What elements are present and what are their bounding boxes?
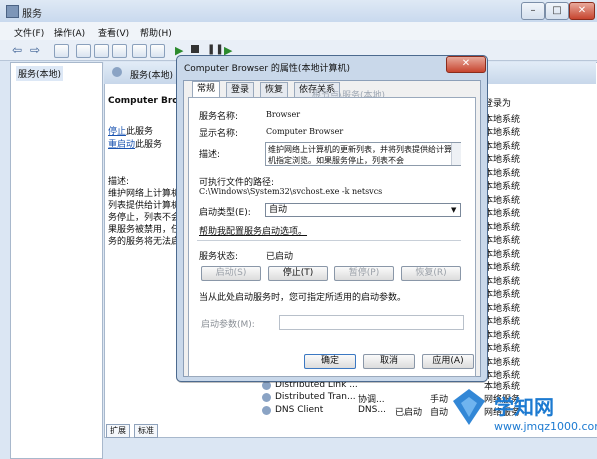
watermark-logo-icon xyxy=(453,389,485,425)
column-header-login[interactable]: 登录为 xyxy=(484,96,511,109)
service-status-value: 已启动 xyxy=(266,252,294,262)
forward-arrow-icon[interactable]: ⇨ xyxy=(30,44,40,56)
login-cell: 本地系统 xyxy=(484,250,521,260)
start-button[interactable]: 启动(S) xyxy=(201,266,261,281)
login-cell: 本地系统 xyxy=(484,142,521,152)
description-label: 描述: xyxy=(199,150,221,160)
dialog-title: Computer Browser 的属性(本地计算机) xyxy=(184,64,350,74)
path-value: C:\Windows\System32\svchost.exe -k netsv… xyxy=(199,187,383,196)
start-params-label: 启动参数(M): xyxy=(201,320,255,330)
login-cell: 本地系统 xyxy=(484,331,521,341)
login-cell: 本地系统 xyxy=(484,209,521,219)
export-icon[interactable] xyxy=(112,44,127,58)
services-gear-icon xyxy=(112,67,122,77)
login-cell: 本地系统 xyxy=(484,182,521,192)
service-row-desc: 协调... xyxy=(358,395,385,405)
console-tree-icon[interactable] xyxy=(54,44,69,58)
stop-button[interactable]: 停止(T) xyxy=(268,266,328,281)
tab-standard[interactable]: 标准 xyxy=(134,424,158,438)
service-name-label: 服务名称: xyxy=(199,112,239,122)
menu-action[interactable]: 操作(A) xyxy=(54,26,85,39)
description-scrollbar[interactable] xyxy=(451,143,461,165)
properties-icon[interactable] xyxy=(150,44,165,58)
service-gear-icon xyxy=(262,406,271,415)
service-row-desc: DNS... xyxy=(358,405,386,415)
back-arrow-icon[interactable]: ⇦ xyxy=(12,44,22,56)
restart-service-link[interactable]: 重启动 xyxy=(108,140,135,150)
service-row-startup: 自动 xyxy=(430,408,449,418)
tree-item-services-local[interactable]: 服务(本地) xyxy=(16,66,64,81)
stop-service-suffix: 此服务 xyxy=(126,127,154,137)
restart-service-suffix: 此服务 xyxy=(135,140,163,150)
watermark-brand: 学知网 xyxy=(494,395,554,419)
login-cell: 本地系统 xyxy=(484,169,521,179)
general-tab-panel xyxy=(188,97,476,377)
display-name-value: Computer Browser xyxy=(266,127,344,136)
start-params-input[interactable] xyxy=(279,315,464,330)
pause-button[interactable]: 暂停(P) xyxy=(334,266,394,281)
service-row-startup: 手动 xyxy=(430,395,449,405)
help-icon[interactable] xyxy=(132,44,147,58)
help-configure-link[interactable]: 帮助我配置服务启动选项。 xyxy=(199,224,307,237)
login-cell: 本地系统 xyxy=(484,290,521,300)
tab-extended[interactable]: 扩展 xyxy=(106,424,130,438)
window-title: 服务 xyxy=(22,9,42,20)
grid-view-icon[interactable] xyxy=(76,44,91,58)
login-cell: 本地系统 xyxy=(484,128,521,138)
service-name-value: Browser xyxy=(266,110,301,119)
login-cell: 本地系统 xyxy=(484,277,521,287)
login-cell: 本地系统 xyxy=(484,155,521,165)
startup-type-select[interactable]: 自动 xyxy=(265,203,461,217)
watermark-url: www.jmqz1000.com xyxy=(494,420,597,433)
menu-file[interactable]: 文件(F) xyxy=(14,26,44,39)
login-cell: 本地系统 xyxy=(484,358,521,368)
cancel-button[interactable]: 取消 xyxy=(363,354,415,369)
pause-icon[interactable]: ❚❚ xyxy=(207,44,224,55)
menu-bar xyxy=(0,22,597,40)
content-header-title: 服务(本地) xyxy=(130,71,174,81)
login-cell: 本地系统 xyxy=(484,236,521,246)
login-cell: 本地系统 xyxy=(484,196,521,206)
service-row-name[interactable]: DNS Client xyxy=(275,405,323,415)
service-status-label: 服务状态: xyxy=(199,252,239,262)
refresh-icon[interactable] xyxy=(94,44,109,58)
login-cell: 本地系统 xyxy=(484,263,521,273)
app-gear-icon xyxy=(6,5,19,18)
service-row-name[interactable]: Distributed Tran... xyxy=(275,392,356,402)
stop-service-link[interactable]: 停止 xyxy=(108,127,126,137)
login-cell: 本地系统 xyxy=(484,115,521,125)
login-cell: 本地系统 xyxy=(484,344,521,354)
startup-type-label: 启动类型(E): xyxy=(199,208,251,218)
maximize-button[interactable]: □ xyxy=(545,2,569,20)
chevron-down-icon[interactable]: ▼ xyxy=(451,206,456,214)
description-textbox[interactable]: 维护网络上计算机的更新列表，并将列表提供给计算机指定浏览。如果服务停止，列表不会 xyxy=(265,142,461,166)
login-cell: 本地系统 xyxy=(484,223,521,233)
display-name-label: 显示名称: xyxy=(199,129,239,139)
divider xyxy=(197,240,461,241)
service-row-status: 已启动 xyxy=(395,408,423,418)
dialog-close-button[interactable]: ✕ xyxy=(446,56,486,73)
close-button[interactable]: ✕ xyxy=(569,2,595,20)
title-bar xyxy=(0,0,597,22)
login-cell: 本地系统 xyxy=(484,317,521,327)
menu-help[interactable]: 帮助(H) xyxy=(140,26,172,39)
service-gear-icon xyxy=(262,393,271,402)
login-cell: 本地系统 xyxy=(484,304,521,314)
minimize-button[interactable]: – xyxy=(521,2,545,20)
stop-icon[interactable] xyxy=(191,45,199,53)
description-line: 务的服务将无法启 xyxy=(108,237,181,247)
apply-button[interactable]: 应用(A) xyxy=(422,354,474,369)
console-tree xyxy=(10,62,103,459)
ok-button[interactable]: 确定 xyxy=(304,354,356,369)
menu-view[interactable]: 查看(V) xyxy=(98,26,129,39)
start-params-hint: 当从此处启动服务时，您可指定所适用的启动参数。 xyxy=(199,293,407,303)
resume-button[interactable]: 恢复(R) xyxy=(401,266,461,281)
